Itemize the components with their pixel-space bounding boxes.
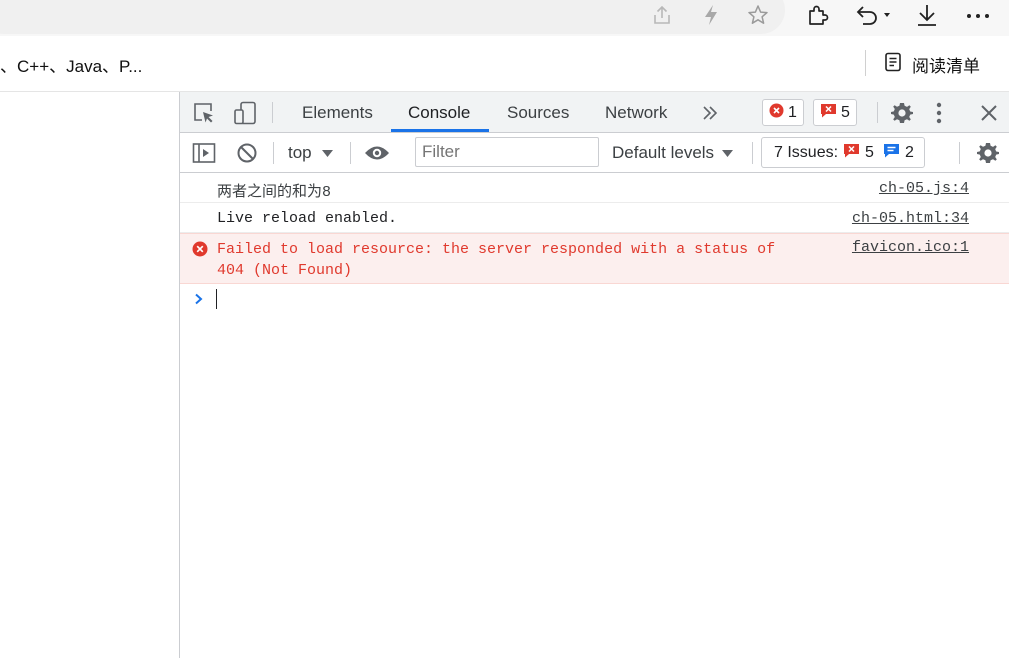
context-select[interactable]: top xyxy=(288,133,333,173)
error-count-badge[interactable]: 1 xyxy=(762,99,804,126)
sidebar-toggle-icon[interactable] xyxy=(192,133,216,173)
error-icon xyxy=(769,103,784,123)
reading-list-button[interactable]: 阅读清单 xyxy=(884,52,980,77)
levels-select[interactable]: Default levels xyxy=(612,133,734,173)
kebab-icon[interactable] xyxy=(935,92,943,133)
toolbar-separator xyxy=(350,142,351,164)
console-toolbar: top Default levels 7 Issues: 5 2 xyxy=(180,133,1009,173)
chevron-down-icon xyxy=(722,143,734,163)
issues-label: 7 Issues: xyxy=(774,143,839,161)
message-source-link[interactable]: favicon.ico:1 xyxy=(852,239,969,256)
favorite-link[interactable]: 、C++、Java、P... xyxy=(0,52,142,77)
active-tab-indicator xyxy=(391,129,489,132)
browser-toolbar xyxy=(0,0,1009,36)
undo-icon[interactable] xyxy=(852,0,894,30)
inspect-icon[interactable] xyxy=(192,92,216,133)
prompt-chevron-icon xyxy=(194,292,204,310)
download-icon[interactable] xyxy=(911,0,943,30)
toolbar-separator xyxy=(959,142,960,164)
share-icon[interactable] xyxy=(649,2,675,28)
issue-error-icon xyxy=(820,103,837,123)
eye-icon[interactable] xyxy=(364,133,390,173)
message-text: Live reload enabled. xyxy=(217,210,398,227)
issue-info-icon xyxy=(883,143,900,163)
levels-select-value: Default levels xyxy=(612,143,715,162)
text-cursor xyxy=(216,289,217,309)
star-icon[interactable] xyxy=(745,2,771,28)
filter-input[interactable] xyxy=(415,137,599,167)
tab-console[interactable]: Console xyxy=(408,92,470,133)
console-message: Live reload enabled. ch-05.html:34 xyxy=(180,203,1009,233)
warning-count-badge[interactable]: 5 xyxy=(813,99,857,126)
error-text-line-1: Failed to load resource: the server resp… xyxy=(217,241,776,258)
warning-count: 5 xyxy=(841,103,850,121)
issues-info-count: 2 xyxy=(904,143,914,161)
context-select-value: top xyxy=(288,143,312,162)
error-count: 1 xyxy=(788,103,797,121)
console-message: 两者之间的和为8 ch-05.js:4 xyxy=(180,173,1009,203)
close-icon[interactable] xyxy=(980,92,998,133)
console-settings-icon[interactable] xyxy=(976,133,1000,173)
issues-button[interactable]: 7 Issues: 5 2 xyxy=(761,137,925,168)
issue-error-icon xyxy=(843,143,860,163)
more-tabs-icon[interactable] xyxy=(701,92,719,133)
toolbar-separator xyxy=(273,142,274,164)
error-text-line-2: 404 (Not Found) xyxy=(217,262,353,279)
device-toggle-icon[interactable] xyxy=(232,92,258,133)
message-source-link[interactable]: ch-05.html:34 xyxy=(852,210,969,227)
issues-error-count: 5 xyxy=(865,143,874,161)
reading-list-icon xyxy=(884,52,902,77)
extensions-icon[interactable] xyxy=(802,0,834,30)
devtools-panel: Elements Console Sources Network 1 5 top… xyxy=(179,92,1009,658)
tab-separator xyxy=(877,102,878,123)
reading-list-label: 阅读清单 xyxy=(912,57,980,76)
console-prompt[interactable] xyxy=(180,284,1009,314)
message-text: 两者之间的和为8 xyxy=(217,184,332,201)
console-error-message: Failed to load resource: the server resp… xyxy=(180,233,1009,284)
tab-separator xyxy=(272,102,273,123)
page-viewport xyxy=(0,92,179,658)
devtools-tab-bar: Elements Console Sources Network 1 5 xyxy=(180,92,1009,133)
lightning-icon[interactable] xyxy=(698,2,724,28)
settings-icon[interactable] xyxy=(890,92,914,133)
favorites-divider xyxy=(865,50,866,76)
favorites-bar: 、C++、Java、P... 阅读清单 xyxy=(0,36,1009,92)
more-icon[interactable] xyxy=(962,0,994,30)
tab-elements[interactable]: Elements xyxy=(302,92,373,133)
clear-console-icon[interactable] xyxy=(236,133,258,173)
tab-sources[interactable]: Sources xyxy=(507,92,569,133)
toolbar-separator xyxy=(752,142,753,164)
chevron-down-icon xyxy=(321,143,333,163)
error-icon xyxy=(192,241,208,262)
tab-network[interactable]: Network xyxy=(605,92,667,133)
message-source-link[interactable]: ch-05.js:4 xyxy=(879,180,969,197)
